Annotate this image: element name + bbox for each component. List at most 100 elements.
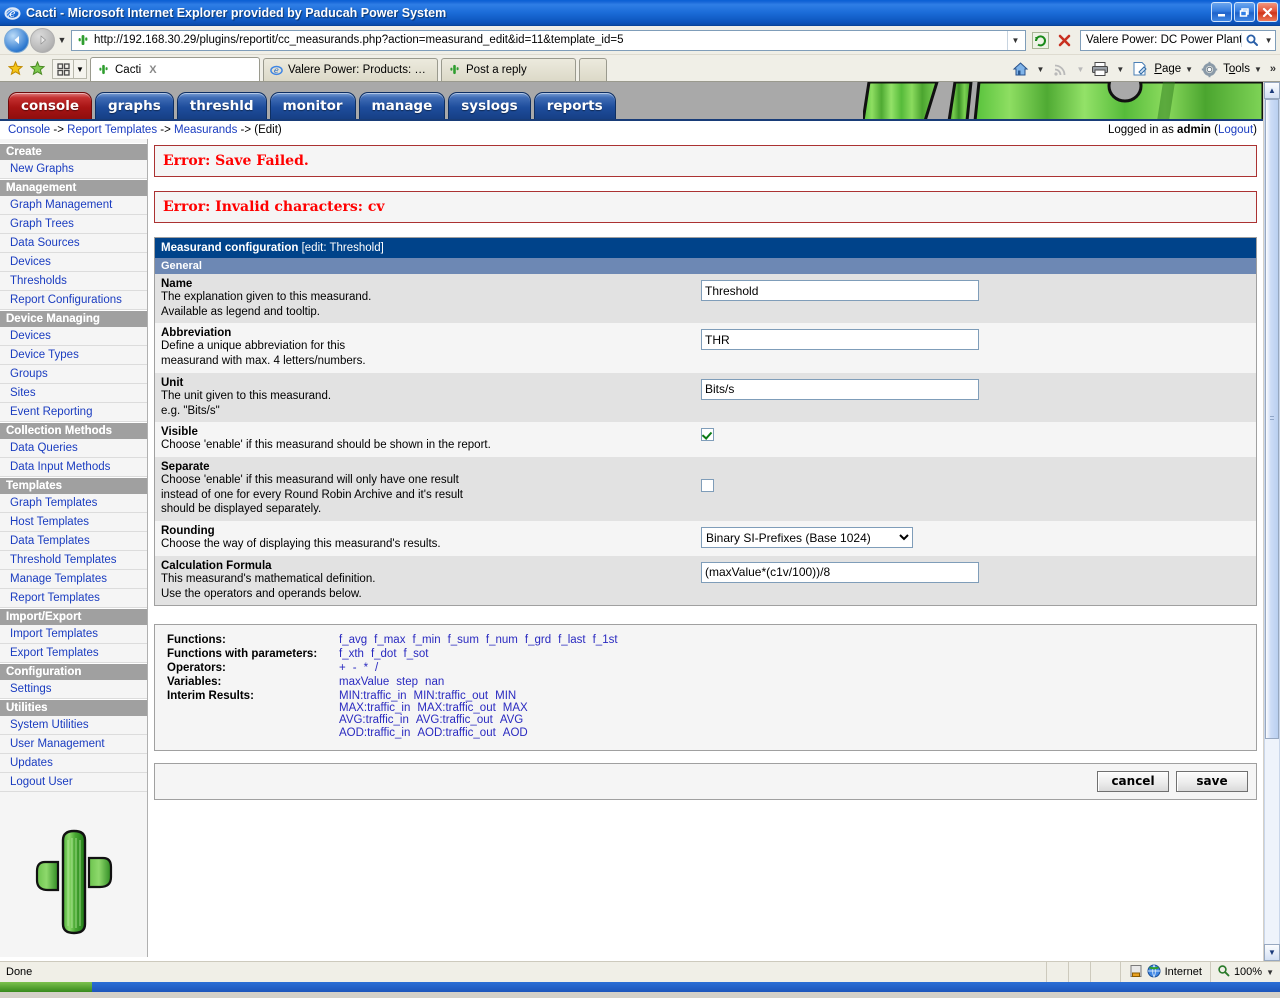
sidebar-item-report-templates[interactable]: Report Templates [0,589,147,608]
browser-tab-cacti[interactable]: Cacti X [90,57,260,81]
rounding-select[interactable]: Binary SI-Prefixes (Base 1024) [701,527,913,549]
security-zone[interactable]: Internet [1121,962,1211,982]
print-caret-icon[interactable]: ▼ [1114,65,1126,74]
sidebar-item-event-reporting[interactable]: Event Reporting [0,403,147,422]
interim-avg-traffic-out[interactable]: AVG:traffic_out [416,714,493,726]
sidebar-item-sites[interactable]: Sites [0,384,147,403]
interim-aod[interactable]: AOD [503,727,528,739]
logout-link[interactable]: Logout [1218,124,1253,136]
zoom-control[interactable]: 100% ▼ [1211,962,1280,982]
scroll-up-arrow-icon[interactable]: ▲ [1264,82,1280,99]
function-f-sum[interactable]: f_sum [448,634,479,646]
page-icon[interactable] [1129,58,1151,80]
cancel-button[interactable]: cancel [1097,770,1169,792]
abbreviation-input[interactable] [701,329,979,351]
sidebar-item-manage-templates[interactable]: Manage Templates [0,570,147,589]
interim-min-traffic-out[interactable]: MIN:traffic_out [414,690,489,702]
sidebar-item-groups[interactable]: Groups [0,365,147,384]
unit-input[interactable] [701,378,979,400]
function-f-1st[interactable]: f_1st [593,634,618,646]
cacti-tab-manage[interactable]: manage [358,92,446,119]
sidebar-item-system-utilities[interactable]: System Utilities [0,716,147,735]
interim-max-traffic-out[interactable]: MAX:traffic_out [417,702,495,714]
tools-caret-icon[interactable]: ▼ [1252,65,1264,74]
taskbar-area[interactable] [92,982,1280,992]
page-label[interactable]: Page [1154,63,1181,75]
visible-checkbox[interactable] [701,428,714,442]
breadcrumb-item-measurands[interactable]: Measurands [174,124,237,136]
interim-aod-traffic-in[interactable]: AOD:traffic_in [339,727,410,739]
sidebar-item-settings[interactable]: Settings [0,680,147,699]
interim-max[interactable]: MAX [503,702,528,714]
interim-max-traffic-in[interactable]: MAX:traffic_in [339,702,410,714]
home-caret-icon[interactable]: ▼ [1035,65,1047,74]
sidebar-item-data-sources[interactable]: Data Sources [0,234,147,253]
sidebar-item-logout-user[interactable]: Logout User [0,773,147,792]
recent-pages-caret-icon[interactable]: ▼ [55,35,69,45]
search-input[interactable]: Valere Power: DC Power Plant [1081,34,1241,46]
function-f-avg[interactable]: f_avg [339,634,367,646]
cacti-tab-threshld[interactable]: threshld [176,92,267,119]
close-button[interactable] [1257,2,1278,22]
browser-tab-valere-power[interactable]: e Valere Power: Products: Com... [263,58,438,81]
variable-step[interactable]: step [396,676,418,688]
calculation-formula-input[interactable] [701,561,979,583]
scrollbar-track[interactable] [1264,99,1280,944]
function-f-grd[interactable]: f_grd [525,634,551,646]
cacti-tab-graphs[interactable]: graphs [94,92,174,119]
cacti-tab-console[interactable]: console [8,92,92,119]
refresh-button[interactable] [1029,29,1051,51]
sidebar-item-host-templates[interactable]: Host Templates [0,513,147,532]
operator-multiply[interactable]: * [364,662,368,674]
scroll-down-arrow-icon[interactable]: ▼ [1264,944,1280,961]
sidebar-item-devices-dm[interactable]: Devices [0,327,147,346]
function-f-xth[interactable]: f_xth [339,648,364,660]
back-button[interactable] [4,27,29,53]
tab-list-caret-icon[interactable]: ▼ [74,59,87,79]
name-input[interactable] [701,280,979,301]
sidebar-item-user-management[interactable]: User Management [0,735,147,754]
sidebar-item-thresholds[interactable]: Thresholds [0,272,147,291]
scrollbar-thumb[interactable] [1265,99,1279,739]
gear-icon[interactable] [1198,58,1220,80]
start-button[interactable] [0,982,92,992]
command-overflow-icon[interactable]: » [1270,63,1276,75]
breadcrumb-item-report-templates[interactable]: Report Templates [67,124,157,136]
print-icon[interactable] [1089,58,1111,80]
zoom-caret-icon[interactable]: ▼ [1266,968,1274,977]
separate-checkbox[interactable] [701,479,714,493]
function-f-dot[interactable]: f_dot [371,648,397,660]
search-box[interactable]: Valere Power: DC Power Plant ▼ [1080,29,1276,51]
sidebar-item-updates[interactable]: Updates [0,754,147,773]
breadcrumb-item-console[interactable]: Console [8,124,50,136]
url-bar[interactable]: http://192.168.30.29/plugins/reportit/cc… [71,29,1026,51]
search-dropdown-caret-icon[interactable]: ▼ [1262,36,1275,45]
sidebar-item-export-templates[interactable]: Export Templates [0,644,147,663]
cacti-tab-reports[interactable]: reports [533,92,616,119]
operator-plus[interactable]: + [339,662,346,674]
operator-minus[interactable]: - [353,662,357,674]
variable-nan[interactable]: nan [425,676,444,688]
function-f-sot[interactable]: f_sot [404,648,429,660]
operator-divide[interactable]: / [375,662,378,674]
function-f-last[interactable]: f_last [558,634,586,646]
cacti-tab-monitor[interactable]: monitor [269,92,356,119]
sidebar-item-device-types[interactable]: Device Types [0,346,147,365]
sidebar-item-import-templates[interactable]: Import Templates [0,625,147,644]
tab-close-icon[interactable]: X [149,64,156,76]
sidebar-item-threshold-templates[interactable]: Threshold Templates [0,551,147,570]
url-dropdown-caret-icon[interactable]: ▼ [1007,30,1023,50]
stop-button[interactable] [1053,29,1075,51]
interim-min-traffic-in[interactable]: MIN:traffic_in [339,690,407,702]
sidebar-item-devices[interactable]: Devices [0,253,147,272]
tools-label[interactable]: Tools [1223,63,1250,75]
sidebar-item-report-configurations[interactable]: Report Configurations [0,291,147,310]
function-f-min[interactable]: f_min [412,634,440,646]
sidebar-item-data-templates[interactable]: Data Templates [0,532,147,551]
add-to-favorites-icon[interactable] [26,57,48,79]
interim-min[interactable]: MIN [495,690,516,702]
quick-tabs-button[interactable] [52,59,74,79]
forward-button[interactable] [30,27,55,53]
variable-maxvalue[interactable]: maxValue [339,676,389,688]
function-f-max[interactable]: f_max [374,634,405,646]
